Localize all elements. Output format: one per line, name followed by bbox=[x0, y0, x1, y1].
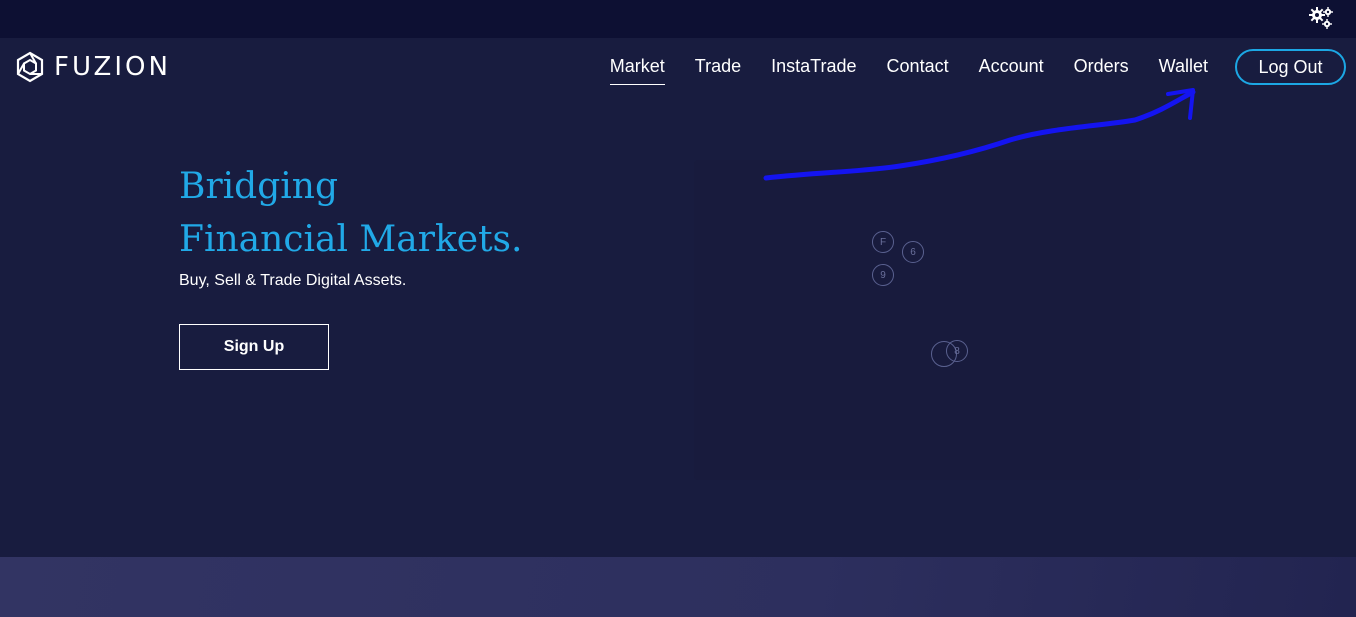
logout-button[interactable]: Log Out bbox=[1235, 49, 1346, 85]
nav-item-trade[interactable]: Trade bbox=[695, 49, 741, 85]
nav-item-orders[interactable]: Orders bbox=[1074, 49, 1129, 85]
top-utility-bar bbox=[0, 0, 1356, 38]
coin-icon: F bbox=[872, 231, 894, 253]
hero-graphic: F 6 9 8 bbox=[694, 160, 1140, 480]
brand-name: FUZION bbox=[54, 52, 171, 82]
brand-logo[interactable]: FUZION bbox=[14, 51, 171, 83]
nav-menu: Market Trade InstaTrade Contact Account … bbox=[609, 49, 1346, 85]
coin-icon: 8 bbox=[946, 340, 968, 362]
coin-icon: 9 bbox=[872, 264, 894, 286]
hero-title-line-1: Bridging bbox=[179, 166, 339, 207]
coin-icon: 6 bbox=[902, 241, 924, 263]
nav-item-wallet[interactable]: Wallet bbox=[1159, 49, 1208, 85]
nav-item-contact[interactable]: Contact bbox=[887, 49, 949, 85]
hero-title: Bridging Financial Markets. bbox=[179, 160, 522, 266]
fuzion-hex-logo-icon bbox=[16, 51, 44, 83]
hero-title-line-2: Financial Markets. bbox=[179, 219, 523, 260]
gears-icon[interactable] bbox=[1308, 5, 1336, 31]
nav-item-instatrade[interactable]: InstaTrade bbox=[771, 49, 856, 85]
nav-item-account[interactable]: Account bbox=[979, 49, 1044, 85]
next-section-band bbox=[0, 557, 1356, 617]
hero-subtitle: Buy, Sell & Trade Digital Assets. bbox=[179, 272, 407, 289]
main-navbar: FUZION Market Trade InstaTrade Contact A… bbox=[0, 38, 1356, 98]
nav-item-market[interactable]: Market bbox=[609, 50, 665, 85]
signup-button[interactable]: Sign Up bbox=[179, 324, 329, 370]
